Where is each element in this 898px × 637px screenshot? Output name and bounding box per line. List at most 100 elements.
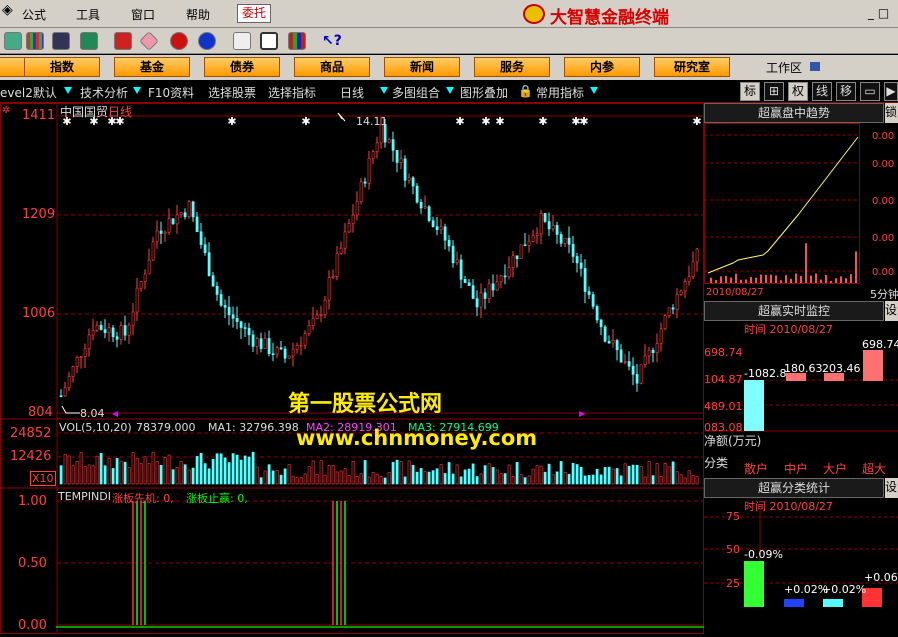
menu-select-indicator[interactable]: 选择指标 bbox=[268, 84, 316, 101]
tab-mark[interactable]: 标 bbox=[740, 82, 760, 101]
stats-settings-tab[interactable]: 设 bbox=[885, 478, 898, 498]
volume-bar bbox=[435, 468, 439, 485]
candle-body bbox=[575, 256, 579, 264]
menu-technical-analysis[interactable]: 技术分析 bbox=[80, 84, 128, 101]
technical-dropdown-icon[interactable] bbox=[133, 87, 141, 94]
candle-body bbox=[311, 318, 315, 326]
trend-panel-title[interactable]: 超赢盘中趋势 bbox=[704, 103, 884, 123]
menu-period-daily[interactable]: 日线 bbox=[340, 84, 364, 101]
nav-service-button[interactable]: 服务 bbox=[474, 57, 550, 77]
menu-help[interactable]: 帮助 bbox=[186, 6, 210, 23]
tab-rights[interactable]: 权 bbox=[788, 82, 808, 101]
candle-body bbox=[691, 261, 695, 277]
event-star-icon: ✱ bbox=[579, 115, 588, 128]
nav-bond-button[interactable]: 债券 bbox=[204, 57, 280, 77]
nav-commodity-button[interactable]: 商品 bbox=[294, 57, 370, 77]
y-label-1411: 1411 bbox=[22, 108, 56, 123]
nav-insider-button[interactable]: 内参 bbox=[564, 57, 640, 77]
candle-body bbox=[171, 218, 175, 225]
volume-bar bbox=[611, 468, 615, 485]
candle-body bbox=[427, 206, 431, 221]
workspace-label[interactable]: 工作区 bbox=[766, 59, 802, 76]
menu-bar: ◈ 公式 工具 窗口 帮助 委托 大智慧金融终端 _ □ bbox=[0, 0, 898, 28]
tab-grid[interactable]: ⊞ bbox=[764, 82, 784, 101]
app-icon[interactable]: ◈ bbox=[2, 2, 13, 18]
menu-overlay[interactable]: 图形叠加 bbox=[460, 84, 508, 101]
menu-multi-chart[interactable]: 多图组合 bbox=[392, 84, 440, 101]
volume-bar bbox=[299, 477, 303, 485]
nav-index-button[interactable]: 指数 bbox=[24, 57, 100, 77]
tool-books-icon[interactable] bbox=[288, 32, 306, 50]
stats-panel-title[interactable]: 超赢分类统计 bbox=[704, 478, 884, 498]
candle-body bbox=[595, 306, 599, 321]
candle-body bbox=[471, 285, 475, 299]
menu-formula[interactable]: 公式 bbox=[22, 6, 46, 23]
tab-move[interactable]: 移 bbox=[836, 82, 856, 101]
volume-bar bbox=[263, 470, 267, 485]
candle-body bbox=[375, 142, 379, 152]
right-marker-icon bbox=[579, 411, 585, 417]
candle-body bbox=[467, 282, 471, 286]
volume-bar bbox=[75, 460, 79, 485]
level2-dropdown-icon[interactable] bbox=[64, 87, 72, 94]
kline-chart-svg[interactable]: ✱ ✱ ✱✱ ✱ ✱ ✱ ✱ ✱ ✱ ✱✱ ✱ bbox=[0, 103, 704, 634]
menu-tools[interactable]: 工具 bbox=[76, 6, 100, 23]
tool-bars-icon[interactable] bbox=[26, 32, 44, 50]
candle-body bbox=[491, 283, 495, 291]
common-indicator-dropdown-icon[interactable] bbox=[590, 87, 598, 94]
tool-glasses-icon[interactable] bbox=[4, 32, 22, 50]
volume-bar bbox=[63, 453, 67, 485]
tab-line[interactable]: 线 bbox=[812, 82, 832, 101]
volume-bar bbox=[527, 475, 531, 485]
trend-side-tab[interactable]: 锁 bbox=[885, 103, 898, 123]
volume-bar bbox=[671, 461, 675, 485]
tool-binocular-icon[interactable] bbox=[52, 32, 70, 50]
nav-fund-button[interactable]: 基金 bbox=[114, 57, 190, 77]
tab-next-icon[interactable]: ▶ bbox=[884, 82, 898, 101]
volume-bar bbox=[287, 464, 291, 485]
candle-body bbox=[547, 221, 551, 230]
volume-bar bbox=[271, 470, 275, 485]
nav-news-button[interactable]: 新闻 bbox=[384, 57, 460, 77]
tool-red-ball-icon[interactable] bbox=[170, 32, 188, 50]
volume-bar bbox=[563, 472, 567, 485]
tool-window-icon[interactable] bbox=[260, 32, 278, 50]
volume-bar bbox=[343, 468, 347, 485]
menu-select-stock[interactable]: 选择股票 bbox=[208, 84, 256, 101]
candle-body bbox=[643, 355, 647, 366]
tool-alarm-icon[interactable] bbox=[80, 32, 98, 50]
entrust-button[interactable]: 委托 bbox=[237, 4, 271, 23]
tool-chart-icon[interactable] bbox=[114, 32, 132, 50]
candle-body bbox=[119, 325, 123, 340]
monitor-settings-tab[interactable]: 设 bbox=[885, 301, 898, 321]
help-cursor-icon[interactable]: ↖? bbox=[322, 32, 342, 50]
tool-blue-ball-icon[interactable] bbox=[198, 32, 216, 50]
menu-common-indicator[interactable]: 常用指标 bbox=[536, 84, 584, 101]
volume-bar bbox=[231, 453, 235, 485]
menu-f10[interactable]: F10资料 bbox=[148, 84, 194, 101]
monitor-panel-title[interactable]: 超赢实时监控 bbox=[704, 301, 884, 321]
tab-window-icon[interactable]: ▭ bbox=[860, 82, 880, 101]
volume-bar bbox=[303, 473, 307, 485]
ind-y-label-0: 0.00 bbox=[18, 618, 47, 633]
window-controls[interactable]: _ □ bbox=[868, 6, 889, 20]
chart-area[interactable]: ✱ ✱ ✱ ✱ ✱ ✱ ✱ ✱ ✱ ✱ ✱ ✱ ✱ 1411 1209 1006 804 ✲ 中国国贸 … bbox=[0, 103, 704, 634]
candle-body bbox=[259, 338, 263, 349]
volume-bar bbox=[295, 477, 299, 485]
period-dropdown-icon[interactable] bbox=[380, 87, 388, 94]
indicator-name: TEMPINDI bbox=[58, 490, 111, 503]
y-label-1209: 1209 bbox=[22, 207, 56, 222]
event-star-icon: ✱ bbox=[538, 115, 547, 128]
menu-window[interactable]: 窗口 bbox=[131, 6, 155, 23]
level2-selector[interactable]: evel2默认 bbox=[0, 84, 57, 101]
stats-bar-medium bbox=[784, 599, 804, 607]
candle-body bbox=[455, 259, 459, 264]
nav-research-button[interactable]: 研究室 bbox=[654, 57, 730, 77]
volume-bar bbox=[215, 453, 219, 485]
lock-icon[interactable]: 🔒 bbox=[518, 84, 533, 98]
multi-chart-dropdown-icon[interactable] bbox=[446, 87, 454, 94]
tool-diamond-icon[interactable] bbox=[139, 31, 159, 51]
workspace-dropdown-icon[interactable] bbox=[810, 62, 820, 71]
tool-print-icon[interactable] bbox=[233, 32, 251, 50]
candle-body bbox=[579, 262, 583, 269]
